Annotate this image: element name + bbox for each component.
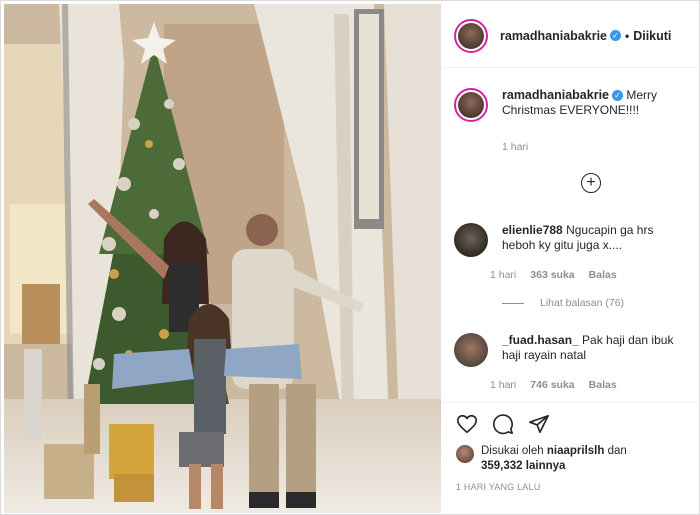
- verified-badge-icon: ✓: [610, 30, 621, 41]
- author-avatar[interactable]: [454, 18, 488, 53]
- view-replies[interactable]: Lihat balasan (76): [502, 297, 624, 309]
- comment-timestamp[interactable]: 1 hari: [490, 269, 516, 281]
- likes-prefix: Disukai oleh: [481, 445, 544, 457]
- caption-author-avatar[interactable]: [454, 88, 488, 122]
- liker-avatar[interactable]: [456, 445, 474, 463]
- comment-reply-button[interactable]: Balas: [589, 269, 617, 281]
- comment-icon[interactable]: [492, 413, 514, 435]
- christmas-photo-illustration: [4, 4, 441, 513]
- post-caption: ramadhaniabakrie ✓ Merry Christmas EVERYO…: [454, 88, 690, 122]
- load-more-comments-icon[interactable]: +: [581, 173, 601, 193]
- heart-icon[interactable]: [456, 413, 478, 435]
- likes-summary: Disukai oleh niaaprilslh dan 359,332 lai…: [456, 444, 627, 474]
- post-header: ramadhaniabakrie ✓ • Diikuti: [442, 4, 698, 68]
- caption-verified-badge-icon: ✓: [612, 90, 623, 102]
- comment-timestamp[interactable]: 1 hari: [490, 379, 516, 391]
- commenter-avatar[interactable]: [454, 333, 488, 367]
- likes-suffix[interactable]: lainnya: [526, 460, 566, 472]
- post-date[interactable]: 1 HARI YANG LALU: [456, 482, 540, 492]
- commenter-username[interactable]: elienlie788: [502, 223, 563, 237]
- comment-item: elienlie788 Ngucapin ga hrs heboh ky git…: [454, 223, 690, 257]
- comment-reply-button[interactable]: Balas: [589, 379, 617, 391]
- replies-line: [502, 302, 524, 304]
- share-icon[interactable]: [528, 413, 550, 435]
- caption-timestamp[interactable]: 1 hari: [502, 141, 528, 153]
- commenter-username[interactable]: _fuad.hasan_: [502, 333, 579, 347]
- comment-meta: 1 hari 363 suka Balas: [490, 269, 617, 281]
- instagram-post: ramadhaniabakrie ✓ • Diikuti ramadhaniab…: [0, 0, 700, 515]
- likes-conjunction: dan: [607, 445, 627, 457]
- post-photo[interactable]: [4, 4, 441, 513]
- view-replies-label[interactable]: Lihat balasan (76): [540, 297, 624, 309]
- liker-username[interactable]: niaaprilslh: [547, 445, 605, 457]
- caption-username[interactable]: ramadhaniabakrie: [502, 88, 609, 102]
- comment-meta: 1 hari 746 suka Balas: [490, 379, 617, 391]
- comment-likes[interactable]: 746 suka: [530, 379, 574, 391]
- commenter-avatar[interactable]: [454, 223, 488, 257]
- likes-count[interactable]: 359,332: [481, 460, 523, 472]
- post-sidebar: ramadhaniabakrie ✓ • Diikuti ramadhaniab…: [442, 4, 698, 513]
- author-username[interactable]: ramadhaniabakrie: [500, 29, 607, 43]
- comment-likes[interactable]: 363 suka: [530, 269, 574, 281]
- comment-item: _fuad.hasan_ Pak haji dan ibuk haji raya…: [454, 333, 690, 367]
- follow-status-button[interactable]: Diikuti: [633, 29, 671, 43]
- separator-dot: •: [625, 28, 630, 43]
